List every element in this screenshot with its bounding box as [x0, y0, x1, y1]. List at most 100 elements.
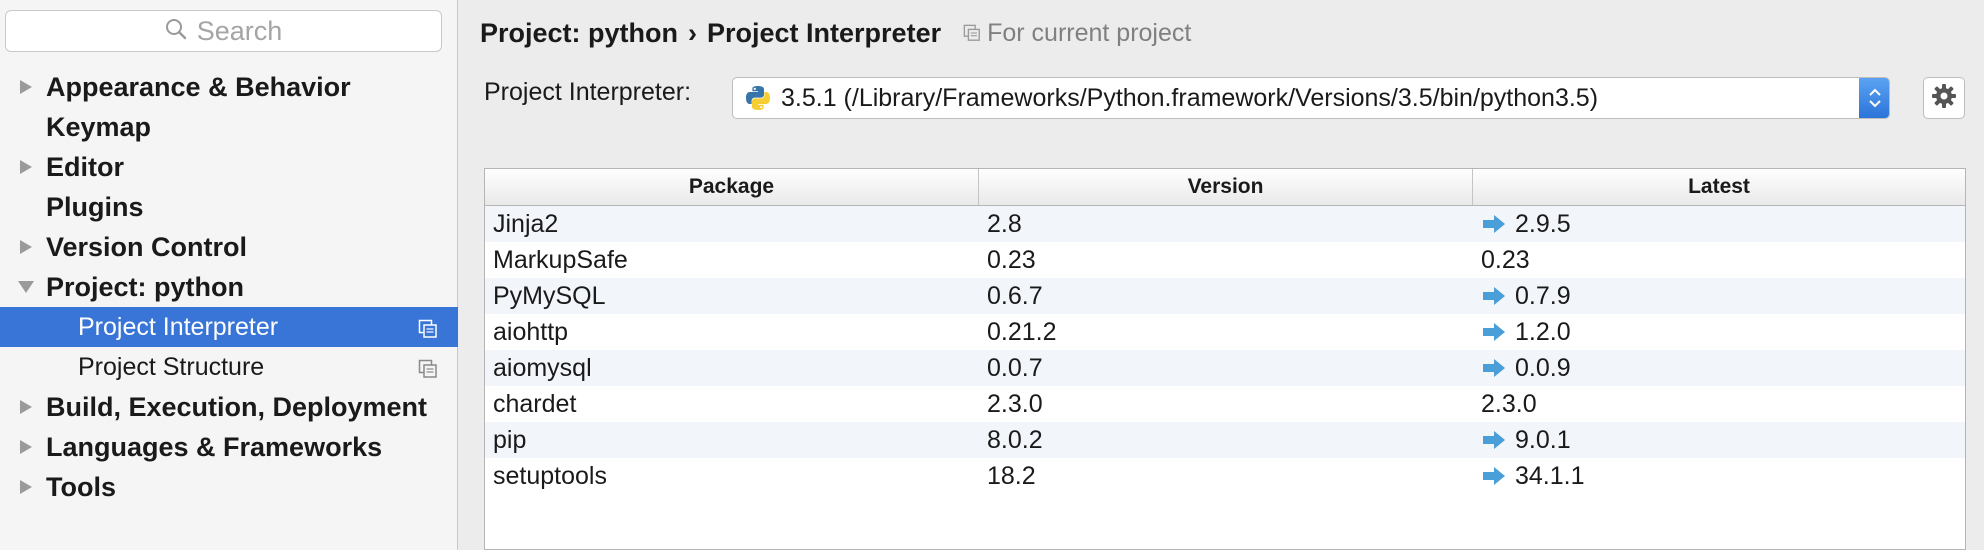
breadcrumb-current: Project Interpreter — [707, 17, 942, 48]
expand-arrow-icon[interactable] — [18, 157, 34, 177]
sidebar-item-project-python[interactable]: Project: python — [0, 267, 458, 307]
latest-version-text: 34.1.1 — [1515, 461, 1585, 490]
package-name-cell: Jinja2 — [493, 209, 559, 238]
package-latest-cell: 0.7.9 — [1473, 278, 1965, 314]
package-name-cell: PyMySQL — [493, 281, 606, 310]
table-row[interactable]: PyMySQL 0.6.7 0.7.9 — [485, 278, 1965, 314]
sidebar-item-label: Languages & Frameworks — [46, 431, 383, 462]
latest-version-text: 9.0.1 — [1515, 425, 1571, 454]
package-latest-cell: 2.9.5 — [1473, 206, 1965, 242]
package-name-cell: MarkupSafe — [493, 245, 628, 274]
packages-table[interactable]: Package Version Latest Jinja2 2.8 2.9.5 Mar… — [484, 168, 1966, 550]
settings-sidebar: Search Appearance & Behavior Keymap Edit… — [0, 0, 458, 550]
project-scope-icon — [418, 357, 438, 386]
package-latest-cell: 0.0.9 — [1473, 350, 1965, 386]
table-row[interactable]: aiohttp 0.21.2 1.2.0 — [485, 314, 1965, 350]
package-latest-cell: 34.1.1 — [1473, 458, 1965, 494]
sidebar-item-version-control[interactable]: Version Control — [0, 227, 458, 267]
package-latest-cell: 9.0.1 — [1473, 422, 1965, 458]
package-latest-cell: 0.23 — [1473, 242, 1965, 278]
latest-version-text: 0.0.9 — [1515, 353, 1571, 382]
project-scope-icon — [963, 24, 981, 42]
sidebar-item-tools[interactable]: Tools — [0, 467, 458, 507]
sidebar-item-label: Keymap — [46, 111, 152, 142]
upgrade-arrow-icon[interactable] — [1483, 431, 1505, 449]
search-input[interactable]: Search — [5, 10, 442, 52]
interpreter-settings-button[interactable] — [1923, 77, 1965, 119]
project-scope-icon — [418, 317, 438, 346]
package-version-cell: 2.3.0 — [987, 389, 1043, 418]
latest-version-text: 1.2.0 — [1515, 317, 1571, 346]
breadcrumb-separator: › — [688, 17, 698, 48]
package-name-cell: chardet — [493, 389, 577, 418]
column-header-package[interactable]: Package — [485, 169, 979, 205]
expand-arrow-icon[interactable] — [18, 397, 34, 417]
search-placeholder: Search — [196, 15, 283, 46]
package-latest-cell: 2.3.0 — [1473, 386, 1965, 422]
package-version-cell: 0.0.7 — [987, 353, 1043, 382]
breadcrumb-parent: Project: python — [480, 17, 679, 48]
expand-arrow-icon[interactable] — [18, 77, 34, 97]
gear-icon — [1931, 83, 1957, 114]
sidebar-item-label: Version Control — [46, 231, 248, 262]
sidebar-item-label: Editor — [46, 151, 124, 182]
expand-arrow-icon[interactable] — [18, 437, 34, 457]
sidebar-item-label: Appearance & Behavior — [46, 71, 351, 102]
sidebar-item-appearance-behavior[interactable]: Appearance & Behavior — [0, 67, 458, 107]
sidebar-item-project-structure[interactable]: Project Structure — [0, 347, 458, 387]
column-header-version[interactable]: Version — [979, 169, 1473, 205]
package-name-cell: setuptools — [493, 461, 607, 490]
sidebar-item-plugins[interactable]: Plugins — [0, 187, 458, 227]
python-logo-icon — [745, 85, 771, 111]
latest-version-text: 0.7.9 — [1515, 281, 1571, 310]
upgrade-arrow-icon[interactable] — [1483, 467, 1505, 485]
scope-label: For current project — [987, 18, 1192, 47]
package-name-cell: aiomysql — [493, 353, 592, 382]
expand-arrow-icon[interactable] — [18, 477, 34, 497]
package-version-cell: 18.2 — [987, 461, 1036, 490]
package-version-cell: 8.0.2 — [987, 425, 1043, 454]
interpreter-value: 3.5.1 (/Library/Frameworks/Python.framew… — [781, 83, 1599, 112]
sidebar-item-build-execution-deployment[interactable]: Build, Execution, Deployment — [0, 387, 458, 427]
latest-version-text: 0.23 — [1481, 245, 1530, 274]
settings-content-panel: Project: python › Project Interpreter Fo… — [458, 0, 1984, 550]
sidebar-item-keymap[interactable]: Keymap — [0, 107, 458, 147]
interpreter-select[interactable]: 3.5.1 (/Library/Frameworks/Python.framew… — [732, 77, 1890, 119]
search-icon — [165, 16, 197, 47]
expand-arrow-icon[interactable] — [18, 237, 34, 257]
table-row[interactable]: setuptools 18.2 34.1.1 — [485, 458, 1965, 494]
sidebar-item-label: Plugins — [46, 191, 144, 222]
collapse-arrow-icon[interactable] — [18, 277, 34, 297]
package-version-cell: 0.6.7 — [987, 281, 1043, 310]
table-row[interactable]: pip 8.0.2 9.0.1 — [485, 422, 1965, 458]
upgrade-arrow-icon[interactable] — [1483, 215, 1505, 233]
package-version-cell: 0.21.2 — [987, 317, 1057, 346]
sidebar-item-languages-frameworks[interactable]: Languages & Frameworks — [0, 427, 458, 467]
table-row[interactable]: chardet 2.3.0 2.3.0 — [485, 386, 1965, 422]
upgrade-arrow-icon[interactable] — [1483, 287, 1505, 305]
table-row[interactable]: aiomysql 0.0.7 0.0.9 — [485, 350, 1965, 386]
table-row[interactable]: MarkupSafe 0.23 0.23 — [485, 242, 1965, 278]
sidebar-item-label: Project: python — [46, 271, 245, 302]
sidebar-item-label: Project Interpreter — [78, 312, 279, 341]
table-header: Package Version Latest — [485, 169, 1965, 206]
sidebar-item-editor[interactable]: Editor — [0, 147, 458, 187]
package-latest-cell: 1.2.0 — [1473, 314, 1965, 350]
select-stepper-icon[interactable] — [1859, 78, 1889, 118]
interpreter-label: Project Interpreter: — [484, 78, 692, 106]
sidebar-item-label: Build, Execution, Deployment — [46, 391, 428, 422]
latest-version-text: 2.3.0 — [1481, 389, 1537, 418]
table-row[interactable]: Jinja2 2.8 2.9.5 — [485, 206, 1965, 242]
upgrade-arrow-icon[interactable] — [1483, 323, 1505, 341]
package-name-cell: pip — [493, 425, 527, 454]
package-version-cell: 0.23 — [987, 245, 1036, 274]
sidebar-item-project-interpreter[interactable]: Project Interpreter — [0, 307, 458, 347]
package-version-cell: 2.8 — [987, 209, 1022, 238]
breadcrumb: Project: python › Project Interpreter Fo… — [480, 14, 1191, 52]
latest-version-text: 2.9.5 — [1515, 209, 1571, 238]
sidebar-item-label: Tools — [46, 471, 116, 502]
upgrade-arrow-icon[interactable] — [1483, 359, 1505, 377]
package-name-cell: aiohttp — [493, 317, 569, 346]
sidebar-item-label: Project Structure — [78, 352, 265, 381]
column-header-latest[interactable]: Latest — [1473, 169, 1965, 205]
